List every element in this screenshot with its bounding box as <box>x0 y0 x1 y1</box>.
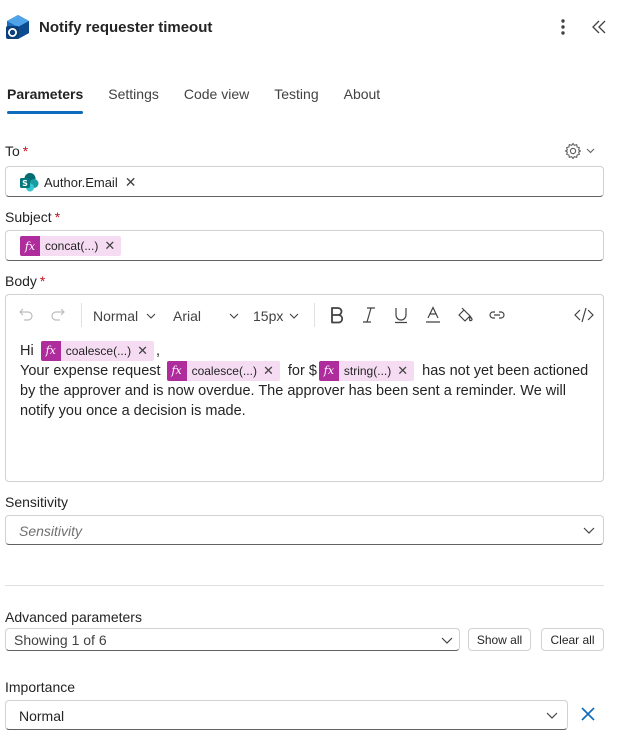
page-title: Notify requester timeout <box>39 19 213 36</box>
subject-label: Subject * <box>5 209 61 225</box>
italic-icon <box>363 307 375 323</box>
underline-button[interactable] <box>393 306 409 324</box>
highlight-button[interactable] <box>456 306 474 324</box>
clear-all-button[interactable]: Clear all <box>541 628 604 651</box>
chevron-down-icon <box>586 148 595 154</box>
importance-dropdown[interactable]: Normal <box>5 700 568 730</box>
remove-concat-button[interactable]: ✕ <box>104 238 121 254</box>
underline-icon <box>395 308 407 324</box>
code-view-button[interactable] <box>574 306 594 324</box>
body-line-1: Hi fx coalesce(...) ✕ , <box>20 341 160 362</box>
coalesce-token[interactable]: fx coalesce(...) ✕ <box>40 341 154 362</box>
link-icon <box>489 311 505 319</box>
undo-button[interactable] <box>18 306 34 322</box>
tab-bar: Parameters Settings Code view Testing Ab… <box>7 86 405 114</box>
body-editor[interactable]: Normal Arial 15px Hi fx coalesce(...) ✕ … <box>5 294 604 482</box>
paragraph-style-select[interactable]: Normal <box>93 308 156 324</box>
sensitivity-dropdown[interactable]: Sensitivity <box>5 515 604 545</box>
tab-settings[interactable]: Settings <box>108 86 159 114</box>
to-label: To * <box>5 143 29 159</box>
tab-parameters[interactable]: Parameters <box>7 86 84 114</box>
font-color-icon <box>426 306 440 323</box>
bold-button[interactable] <box>329 306 345 324</box>
importance-label: Importance <box>5 679 76 695</box>
redo-icon <box>51 308 65 321</box>
author-email-token[interactable]: S Author.Email ✕ <box>19 172 136 192</box>
subject-field[interactable]: fx concat(...) ✕ <box>5 230 604 261</box>
body-label: Body * <box>5 273 46 289</box>
show-all-button[interactable]: Show all <box>468 628 531 651</box>
settings-gear-icon <box>564 142 582 160</box>
advanced-parameters-dropdown[interactable]: Showing 1 of 6 <box>5 628 460 651</box>
collapse-panel-icon <box>592 20 606 34</box>
svg-text:S: S <box>22 179 28 188</box>
remove-token-button[interactable]: ✕ <box>137 341 154 361</box>
tab-about[interactable]: About <box>344 86 381 114</box>
dismiss-icon <box>581 707 595 721</box>
string-token[interactable]: fx string(...) ✕ <box>318 361 415 382</box>
editor-toolbar: Normal Arial 15px <box>6 295 603 335</box>
fx-icon: fx <box>40 341 61 362</box>
redo-button[interactable] <box>50 306 66 322</box>
chevron-down-icon <box>289 313 299 319</box>
remove-token-button[interactable]: ✕ <box>263 361 280 381</box>
undo-icon <box>19 308 33 321</box>
advanced-parameters-value: Showing 1 of 6 <box>14 632 107 648</box>
outlook-app-icon <box>5 14 31 40</box>
fx-icon: fx <box>318 361 339 382</box>
tab-testing[interactable]: Testing <box>274 86 318 114</box>
code-view-icon <box>574 307 594 323</box>
bold-icon <box>331 307 344 324</box>
to-field[interactable]: S Author.Email ✕ <box>5 166 604 197</box>
body-line-4: notify you once a decision is made. <box>20 403 246 419</box>
remove-author-email-button[interactable]: ✕ <box>125 174 137 191</box>
insert-link-button[interactable] <box>488 306 506 324</box>
fx-icon: fx <box>166 361 187 382</box>
coalesce-token[interactable]: fx coalesce(...) ✕ <box>166 361 280 382</box>
remove-token-button[interactable]: ✕ <box>397 361 414 381</box>
sharepoint-icon: S <box>20 173 39 192</box>
chevron-down-icon <box>146 313 156 319</box>
font-size-select[interactable]: 15px <box>253 308 299 324</box>
collapse-panel-button[interactable] <box>589 16 609 38</box>
body-line-2: Your expense request fx coalesce(...) ✕ … <box>20 361 588 382</box>
tab-code-view[interactable]: Code view <box>184 86 249 114</box>
font-family-select[interactable]: Arial <box>173 308 239 324</box>
advanced-parameters-label: Advanced parameters <box>5 609 142 625</box>
concat-token[interactable]: fx concat(...) ✕ <box>20 236 122 256</box>
more-vertical-icon <box>561 19 565 35</box>
importance-value: Normal <box>19 708 65 724</box>
chevron-down-icon <box>546 712 558 719</box>
to-settings-button[interactable] <box>564 142 595 160</box>
sensitivity-label: Sensitivity <box>5 494 69 510</box>
chevron-down-icon <box>441 637 453 644</box>
italic-button[interactable] <box>361 306 377 324</box>
section-divider <box>5 585 604 586</box>
toolbar-divider <box>81 303 82 327</box>
more-options-button[interactable] <box>554 16 572 38</box>
highlight-icon <box>458 307 473 322</box>
sensitivity-placeholder: Sensitivity <box>19 523 83 539</box>
font-color-button[interactable] <box>425 306 441 324</box>
remove-importance-button[interactable] <box>580 706 596 722</box>
fx-icon: fx <box>20 236 40 256</box>
chevron-down-icon <box>583 527 595 534</box>
body-line-3: by the approver and is now overdue. The … <box>20 383 566 399</box>
toolbar-divider <box>314 303 315 327</box>
chevron-down-icon <box>229 313 239 319</box>
